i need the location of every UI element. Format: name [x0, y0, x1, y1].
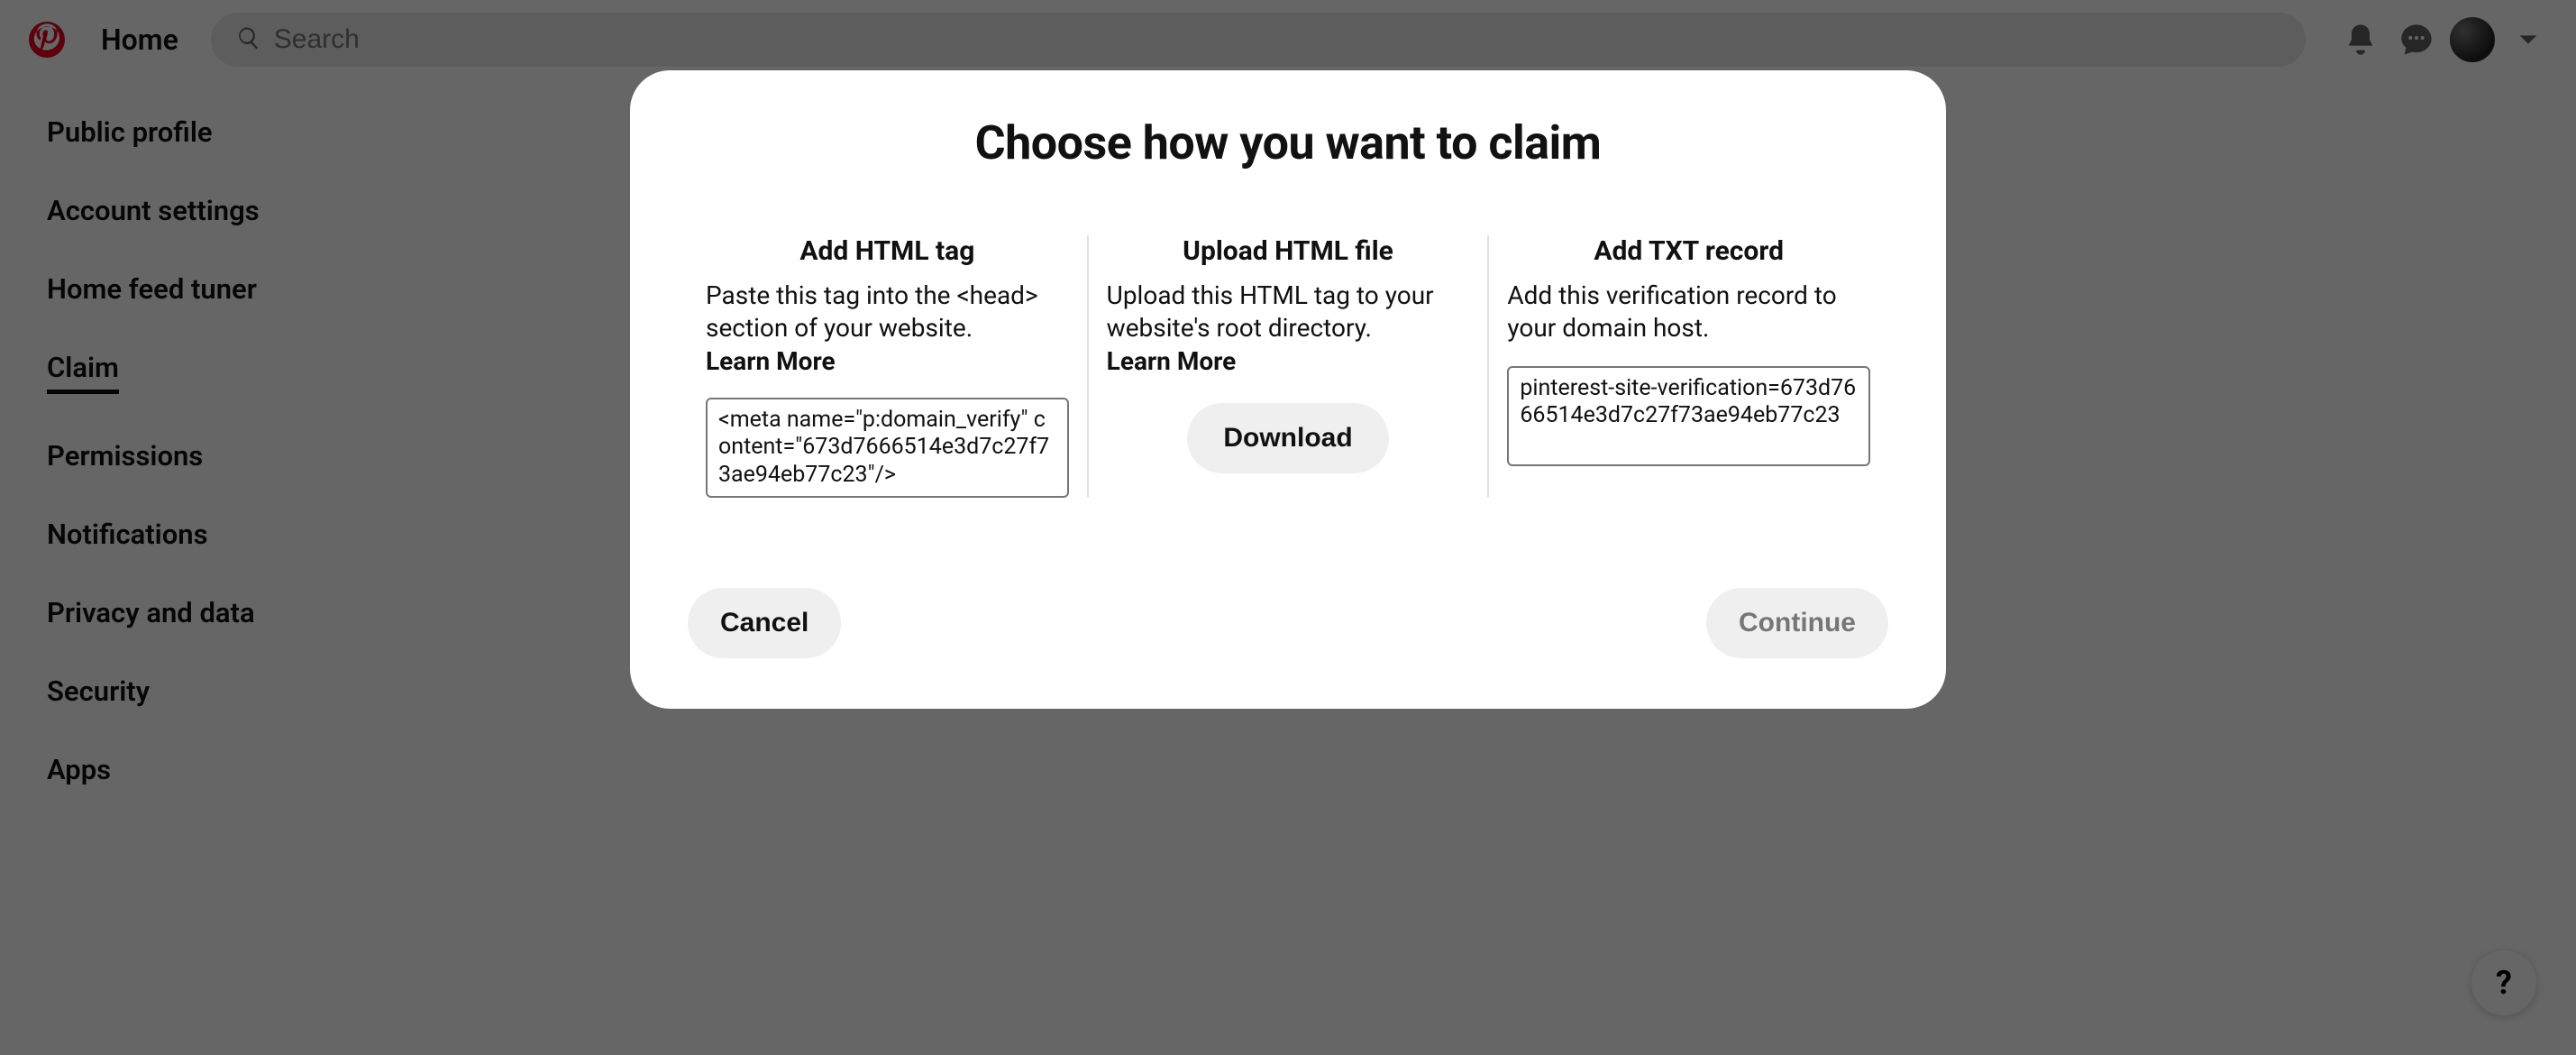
claim-options: Add HTML tag Paste this tag into the <he… — [688, 235, 1888, 498]
option-title: Upload HTML file — [1107, 235, 1470, 267]
learn-more-link[interactable]: Learn More — [706, 346, 1069, 376]
option-desc: Upload this HTML tag to your website's r… — [1107, 280, 1470, 344]
download-button[interactable]: Download — [1187, 403, 1388, 473]
option-upload-html-file[interactable]: Upload HTML file Upload this HTML tag to… — [1087, 235, 1488, 498]
txt-record-code[interactable] — [1507, 366, 1870, 467]
option-add-html-tag[interactable]: Add HTML tag Paste this tag into the <he… — [688, 235, 1087, 498]
option-desc: Paste this tag into the <head> section o… — [706, 280, 1069, 344]
cancel-button[interactable]: Cancel — [688, 588, 841, 658]
modal-footer: Cancel Continue — [688, 588, 1888, 658]
option-title: Add HTML tag — [706, 235, 1069, 267]
learn-more-link[interactable]: Learn More — [1107, 346, 1470, 376]
option-title: Add TXT record — [1507, 235, 1870, 267]
modal-overlay: Choose how you want to claim Add HTML ta… — [0, 0, 2576, 1055]
option-add-txt-record[interactable]: Add TXT record Add this verification rec… — [1487, 235, 1888, 498]
continue-button[interactable]: Continue — [1706, 588, 1888, 658]
option-desc: Add this verification record to your dom… — [1507, 280, 1870, 344]
modal-title: Choose how you want to claim — [688, 115, 1888, 170]
claim-modal: Choose how you want to claim Add HTML ta… — [630, 70, 1946, 709]
html-tag-code[interactable] — [706, 398, 1069, 499]
